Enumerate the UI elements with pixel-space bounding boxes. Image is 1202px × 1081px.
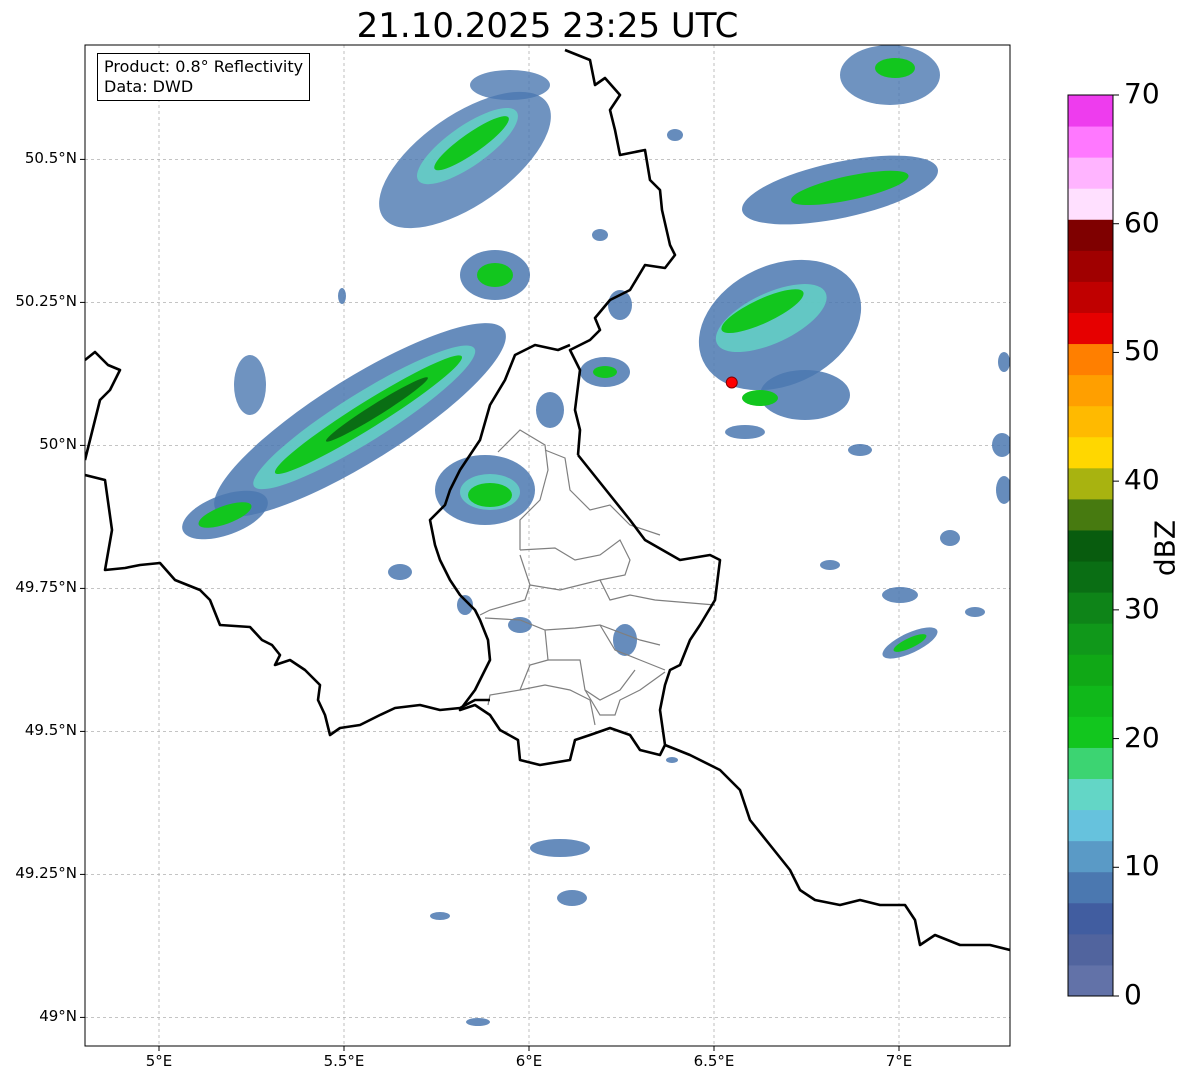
lat-tick-label: 49.5°N [24,721,77,740]
colorbar-tick-label: 30 [1124,591,1160,625]
lon-tick-label: 6.5°E [693,1052,735,1070]
colorbar-tick-label: 60 [1124,205,1160,239]
colorbar-segment [1068,157,1113,189]
colorbar-segment [1068,250,1113,282]
colorbar-segment [1068,685,1113,717]
map-title: 21.10.2025 23:25 UTC [356,6,739,46]
colorbar-segment [1068,498,1113,531]
colorbar-segment [1068,592,1113,624]
colorbar-segment [1068,219,1113,251]
colorbar-ticks [1113,94,1119,997]
colorbar-segment [1068,716,1113,748]
colorbar-segment [1068,312,1113,345]
lon-tick-label: 5°E [145,1052,173,1070]
colorbar-tick-label: 40 [1124,463,1160,497]
colorbar-segment [1068,95,1113,127]
colorbar-tick-label: 10 [1124,849,1160,883]
radar-site-marker [725,376,738,389]
radar-map [80,44,1119,1051]
lat-tick-label: 50.5°N [24,149,77,168]
data-source-label: Data: DWD [104,77,194,96]
colorbar-unit-label: dBZ [1148,519,1182,577]
lat-tick-label: 49.75°N [15,578,77,597]
colorbar-segment [1068,374,1113,407]
colorbar-segment [1068,467,1113,500]
colorbar-segment [1068,933,1113,966]
colorbar-segment [1068,281,1113,313]
colorbar-tick-label: 70 [1124,77,1160,110]
lon-tick-label: 7°E [885,1052,913,1070]
colorbar-segment [1068,871,1113,904]
colorbar-segment [1068,902,1113,935]
colorbar-segment [1068,778,1113,811]
colorbar-tick-label: 0 [1124,978,1142,1011]
lat-tick-label: 50.25°N [15,292,77,311]
colorbar-tick-label: 50 [1124,334,1160,368]
colorbar-tick-label: 20 [1124,720,1160,754]
lat-tick-label: 50°N [39,435,77,454]
colorbar-segment [1068,529,1113,562]
colorbar-segment [1068,654,1113,686]
colorbar [1068,95,1113,997]
lon-tick-label: 5.5°E [323,1052,365,1070]
colorbar-segment [1068,964,1113,997]
colorbar-segment [1068,188,1113,220]
colorbar-segment [1068,436,1113,469]
colorbar-segment [1068,623,1113,655]
product-info-box: Product: 0.8° Reflectivity Data: DWD [97,53,311,101]
lon-tick-label: 6°E [515,1052,543,1070]
colorbar-segment [1068,561,1113,593]
colorbar-segment [1068,343,1113,376]
lat-tick-label: 49°N [39,1007,77,1026]
product-label: Product: 0.8° Reflectivity [104,57,304,76]
colorbar-segment [1068,747,1113,780]
colorbar-segment [1068,840,1113,873]
colorbar-segment [1068,809,1113,842]
colorbar-segment [1068,405,1113,438]
colorbar-segment [1068,126,1113,158]
lat-tick-label: 49.25°N [15,864,77,883]
